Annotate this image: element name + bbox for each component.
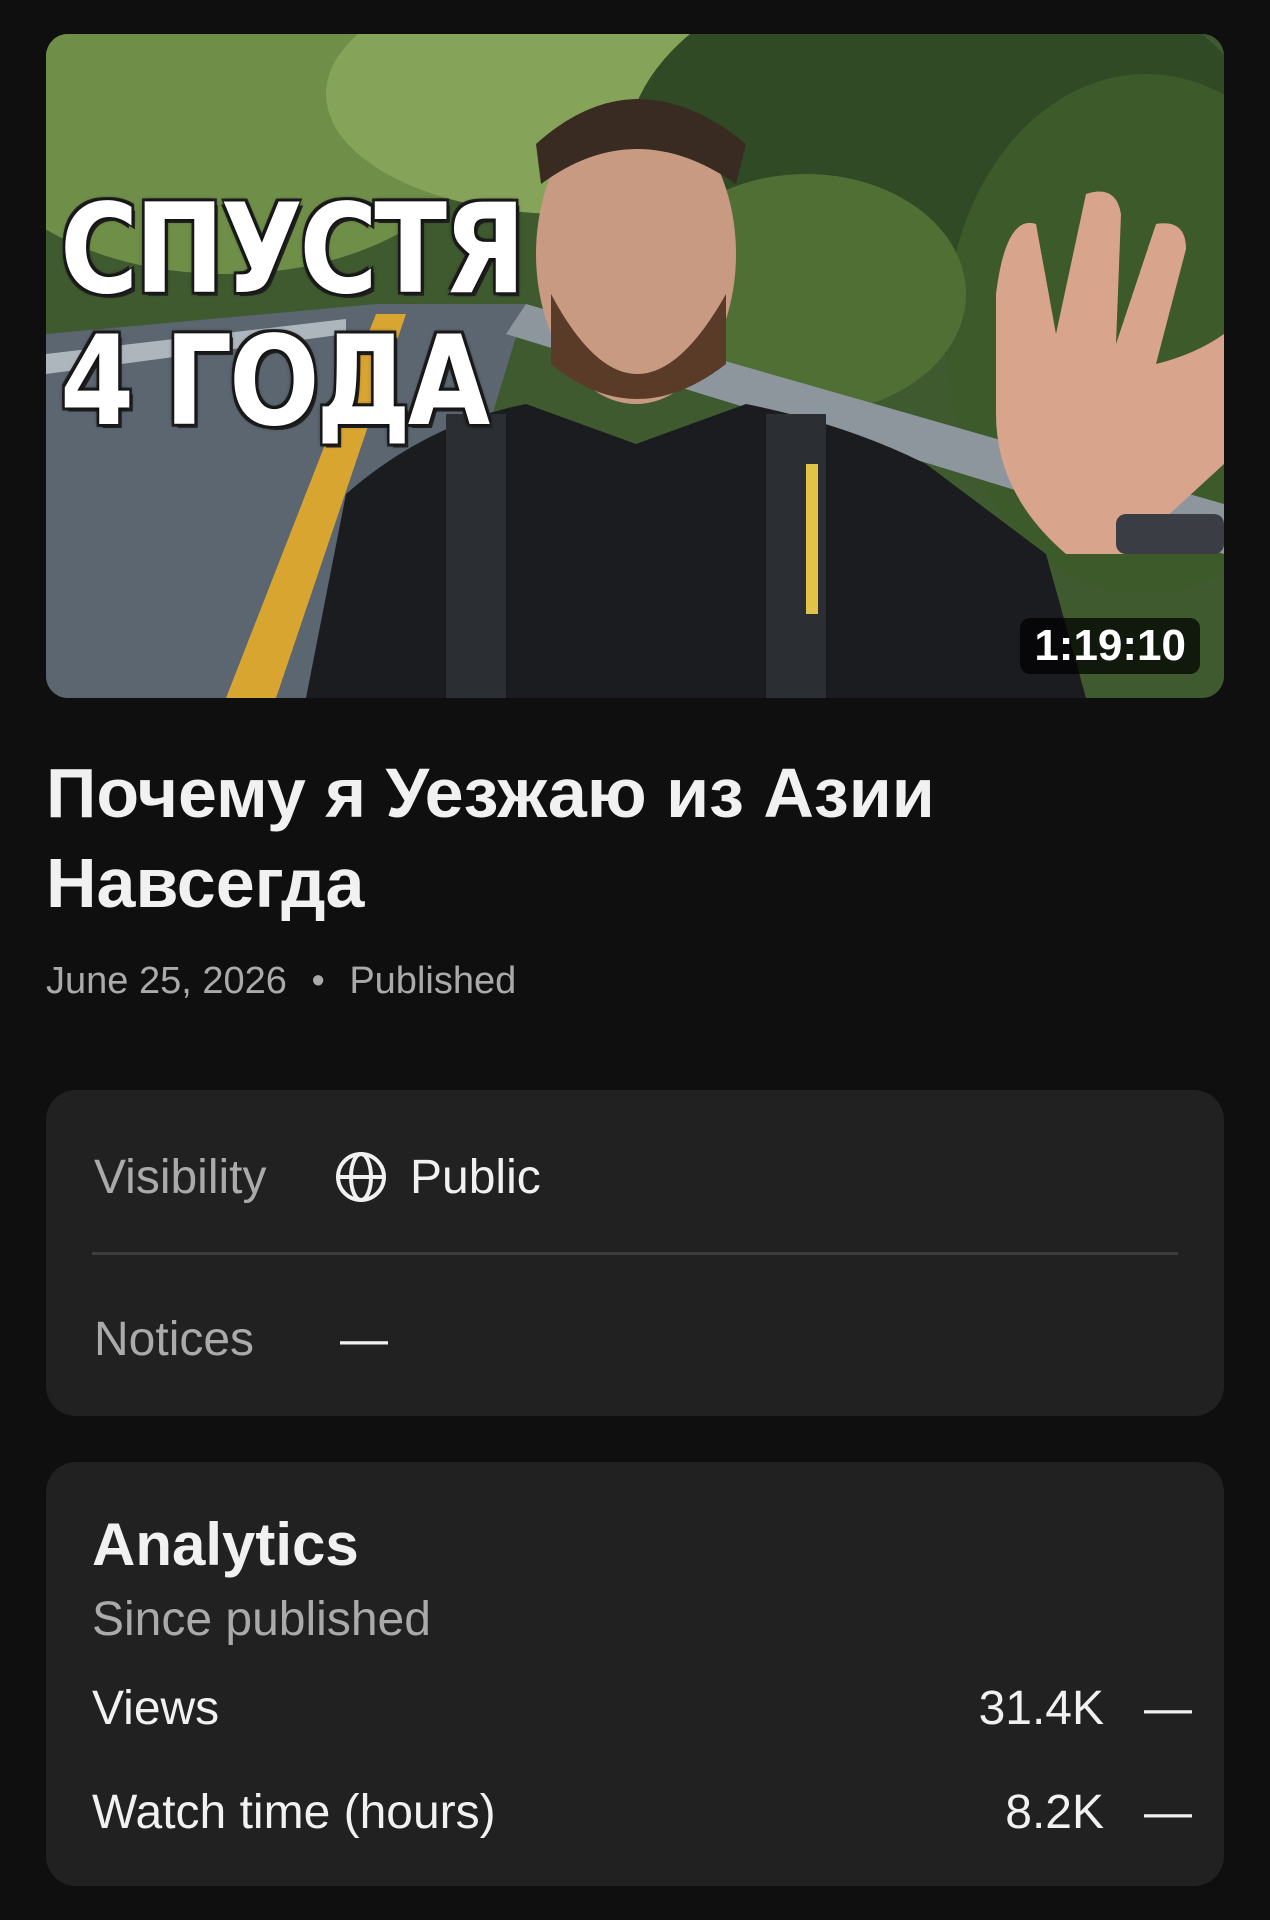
notices-value: — bbox=[340, 1312, 388, 1366]
visibility-row[interactable]: Visibility Public bbox=[94, 1144, 1178, 1210]
notices-label: Notices bbox=[94, 1312, 255, 1366]
video-meta: June 25, 2026 • Published bbox=[46, 956, 516, 1006]
analytics-subtitle: Since published bbox=[92, 1593, 431, 1646]
globe-icon bbox=[336, 1152, 386, 1202]
notices-row[interactable]: Notices — bbox=[94, 1306, 1178, 1372]
duration-badge: 1:19:10 bbox=[1020, 618, 1200, 674]
video-details-page: СПУСТЯ 4 ГОДА 1:19:10 Почему я Уезжаю из… bbox=[0, 0, 1270, 1920]
visibility-label: Visibility bbox=[94, 1150, 267, 1204]
metric-trend: — bbox=[1144, 1785, 1192, 1839]
meta-separator: • bbox=[311, 960, 325, 1002]
metric-row-views[interactable]: Views 31.4K — bbox=[92, 1676, 1192, 1740]
thumbnail-caption-line-1: СПУСТЯ bbox=[60, 178, 526, 322]
publish-status: Published bbox=[349, 960, 517, 1002]
metric-trend: — bbox=[1144, 1681, 1192, 1735]
video-title: Почему я Уезжаю из Азии Навсегда bbox=[46, 754, 935, 922]
metric-label: Views bbox=[92, 1681, 220, 1735]
analytics-title: Analytics bbox=[92, 1511, 359, 1578]
divider bbox=[92, 1252, 1178, 1255]
metric-value: 8.2K bbox=[1005, 1785, 1104, 1839]
video-settings-card: Visibility Public Notices — bbox=[46, 1090, 1224, 1416]
visibility-value-text: Public bbox=[410, 1150, 541, 1204]
video-thumbnail[interactable]: СПУСТЯ 4 ГОДА 1:19:10 bbox=[46, 34, 1224, 698]
metric-label: Watch time (hours) bbox=[92, 1785, 496, 1839]
publish-date: June 25, 2026 bbox=[46, 960, 287, 1002]
metric-value: 31.4K bbox=[978, 1681, 1104, 1735]
metric-row-watch-time[interactable]: Watch time (hours) 8.2K — bbox=[92, 1780, 1192, 1844]
thumbnail-caption: СПУСТЯ 4 ГОДА bbox=[60, 178, 526, 454]
thumbnail-caption-line-2: 4 ГОДА bbox=[60, 310, 490, 454]
visibility-value: Public bbox=[334, 1150, 541, 1205]
